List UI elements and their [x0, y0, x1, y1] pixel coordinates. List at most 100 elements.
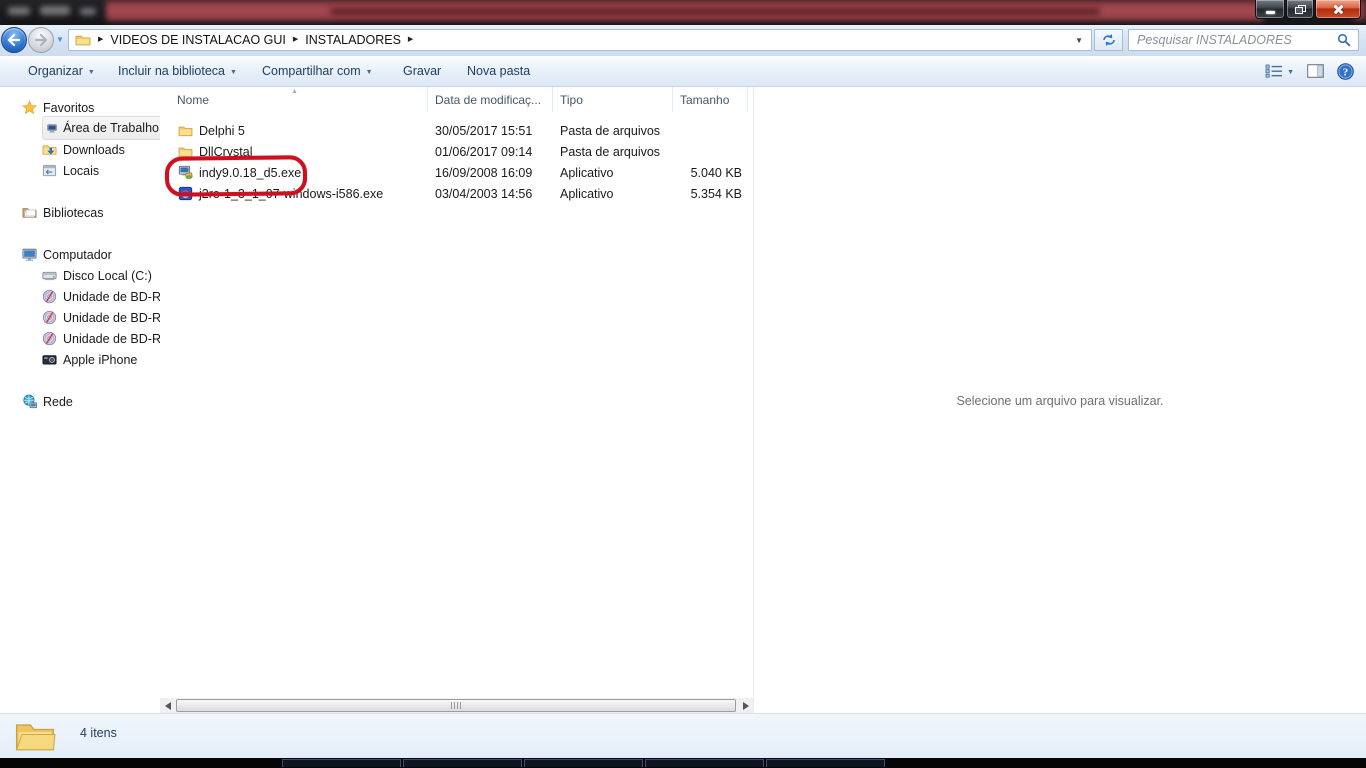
burn-button[interactable]: Gravar	[397, 56, 447, 86]
sidebar-item-unidade-bd-rom-2[interactable]: Unidade de BD-ROM	[42, 307, 160, 328]
sidebar-item-label: Downloads	[63, 143, 125, 157]
help-button[interactable]: ?	[1337, 63, 1354, 80]
column-headers: Nome Data de modificaç... Tipo Tamanho	[160, 87, 748, 112]
file-date: 16/09/2008 16:09	[428, 166, 553, 180]
taskbar-button[interactable]	[766, 759, 885, 767]
scrollbar-thumb[interactable]	[176, 699, 736, 712]
forward-arrow-icon	[34, 34, 48, 46]
redacted-smudge	[80, 8, 96, 15]
address-bar[interactable]: ▶ VIDEOS DE INSTALACAO GUI ▶ INSTALADORE…	[68, 29, 1092, 51]
sidebar-item-bibliotecas[interactable]: Bibliotecas	[22, 202, 103, 223]
back-arrow-icon	[7, 34, 21, 46]
file-type: Aplicativo	[553, 166, 673, 180]
include-in-library-menu-button[interactable]: Incluir na biblioteca ▼	[112, 56, 243, 86]
sidebar-item-favoritos[interactable]: Favoritos	[22, 97, 94, 118]
breadcrumb-arrow-icon: ▶	[98, 35, 103, 45]
sidebar-item-downloads[interactable]: Downloads	[42, 139, 125, 160]
sidebar-item-label: Disco Local (C:)	[63, 269, 152, 283]
sidebar-item-label: Favoritos	[43, 101, 94, 115]
recent-pages-chevron-icon[interactable]: ▼	[56, 36, 64, 44]
desktop-icon	[47, 121, 57, 136]
file-name: Delphi 5	[199, 124, 245, 138]
close-button[interactable]	[1315, 0, 1361, 19]
help-icon: ?	[1337, 63, 1354, 80]
explorer-window: ▼ ▶ VIDEOS DE INSTALACAO GUI ▶ INSTALADO…	[0, 0, 1366, 768]
change-view-button[interactable]: ▼	[1265, 64, 1294, 78]
forward-button[interactable]	[28, 27, 54, 53]
address-dropdown-chevron-icon[interactable]: ▼	[1075, 36, 1083, 45]
items-count: 4 itens	[80, 726, 117, 740]
scroll-right-button[interactable]	[738, 698, 753, 713]
triangle-right-icon	[743, 702, 749, 710]
sidebar-item-area-de-trabalho[interactable]: Área de Trabalho	[42, 116, 160, 140]
file-date: 30/05/2017 15:51	[428, 124, 553, 138]
share-with-menu-button[interactable]: Compartilhar com ▼	[256, 56, 379, 86]
search-box	[1128, 29, 1359, 51]
refresh-button[interactable]	[1094, 29, 1123, 51]
preview-message: Selecione um arquivo para visualizar.	[754, 394, 1366, 408]
restore-button[interactable]	[1286, 0, 1314, 19]
folder-icon	[178, 124, 193, 137]
breadcrumb-segment[interactable]: VIDEOS DE INSTALACAO GUI	[110, 33, 286, 47]
scroll-left-button[interactable]	[160, 698, 175, 713]
breadcrumb-arrow-icon: ▶	[408, 35, 413, 45]
file-row-delphi5[interactable]: Delphi 5 30/05/2017 15:51 Pasta de arqui…	[160, 120, 753, 141]
sidebar-item-label: Locais	[63, 164, 99, 178]
sidebar-item-disco-local-c[interactable]: Disco Local (C:)	[42, 265, 152, 286]
file-type: Aplicativo	[553, 187, 673, 201]
sidebar-item-locais[interactable]: Locais	[42, 160, 99, 181]
chevron-down-icon: ▼	[1287, 69, 1294, 76]
column-header-label: Nome	[177, 93, 209, 107]
navigation-pane: Favoritos Área de Trabalho Downloads Loc…	[0, 87, 160, 713]
main-area: Favoritos Área de Trabalho Downloads Loc…	[0, 87, 1366, 713]
sidebar-item-computador[interactable]: Computador	[22, 244, 112, 265]
preview-pane-button[interactable]	[1307, 64, 1324, 78]
file-size: 5.354 KB	[673, 187, 748, 201]
sidebar-item-unidade-bd-rom-1[interactable]: Unidade de BD-ROM	[42, 286, 160, 307]
sidebar-item-label: Unidade de BD-ROM	[63, 332, 160, 346]
title-bar	[0, 0, 1366, 25]
chevron-down-icon: ▼	[230, 69, 237, 76]
sidebar-item-label: Área de Trabalho	[63, 121, 159, 135]
column-header-tamanho[interactable]: Tamanho	[673, 87, 748, 112]
horizontal-scrollbar[interactable]	[160, 698, 753, 713]
taskbar-button[interactable]	[645, 759, 764, 767]
redacted-title-text	[330, 8, 1100, 15]
sidebar-item-unidade-bd-rom-3[interactable]: Unidade de BD-ROM	[42, 328, 160, 349]
svg-text:?: ?	[1343, 66, 1349, 78]
downloads-icon	[42, 142, 57, 157]
breadcrumb-segment[interactable]: INSTALADORES	[305, 33, 401, 47]
file-size: 5.040 KB	[673, 166, 748, 180]
toolbar-item-label: Gravar	[403, 64, 441, 78]
file-date: 03/04/2003 14:56	[428, 187, 553, 201]
toolbar-item-label: Compartilhar com	[262, 64, 361, 78]
chevron-down-icon: ▼	[366, 69, 373, 76]
taskbar	[0, 758, 1366, 768]
taskbar-button[interactable]	[403, 759, 522, 767]
triangle-left-icon	[165, 702, 171, 710]
taskbar-button[interactable]	[282, 759, 401, 767]
search-icon[interactable]	[1337, 33, 1351, 47]
preview-pane: Selecione um arquivo para visualizar.	[754, 87, 1366, 713]
new-folder-button[interactable]: Nova pasta	[461, 56, 536, 86]
redacted-smudge	[8, 7, 30, 15]
taskbar-button[interactable]	[524, 759, 643, 767]
sidebar-item-apple-iphone[interactable]: Apple iPhone	[42, 349, 137, 370]
organize-menu-button[interactable]: Organizar ▼	[22, 56, 101, 86]
file-date: 01/06/2017 09:14	[428, 145, 553, 159]
back-button[interactable]	[1, 27, 27, 53]
address-root-crumb[interactable]	[75, 33, 91, 47]
star-icon	[22, 100, 37, 115]
column-header-tipo[interactable]: Tipo	[553, 87, 673, 112]
column-header-data[interactable]: Data de modificaç...	[428, 87, 553, 112]
sort-ascending-icon: ▲	[291, 88, 298, 95]
sidebar-item-rede[interactable]: Rede	[22, 391, 73, 412]
folder-icon	[75, 33, 91, 47]
refresh-icon	[1101, 33, 1117, 47]
minimize-button[interactable]	[1255, 0, 1285, 19]
status-bar: 4 itens	[0, 713, 1366, 758]
libraries-icon	[22, 205, 37, 220]
folder-icon	[14, 716, 56, 759]
search-input[interactable]	[1129, 33, 1337, 47]
disc-icon	[42, 310, 57, 325]
